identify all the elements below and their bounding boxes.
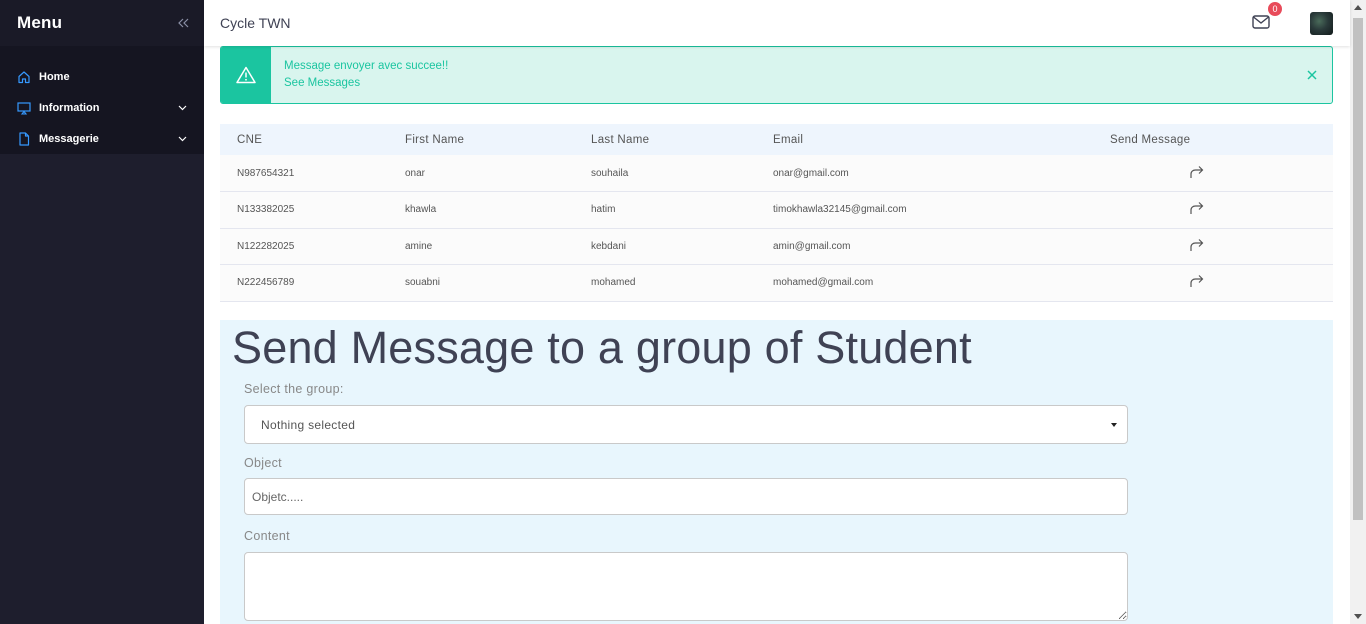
column-header-send-message: Send Message: [1110, 133, 1191, 146]
scrollbar[interactable]: [1350, 0, 1366, 624]
share-forward-icon[interactable]: [1189, 201, 1205, 215]
cne-cell: N133382025: [237, 204, 295, 216]
content-label: Content: [244, 529, 290, 543]
column-header-cne: CNE: [237, 133, 263, 146]
last-name-cell: kebdani: [591, 240, 627, 252]
share-forward-icon[interactable]: [1189, 274, 1205, 288]
last-name-cell: hatim: [591, 204, 616, 216]
topbar: Cycle TWN 0: [204, 0, 1350, 46]
sidebar-item-label: Home: [39, 70, 70, 83]
table-row: N222456789 souabni mohamed mohamed@gmail…: [220, 264, 1333, 302]
scroll-thumb[interactable]: [1353, 18, 1363, 520]
last-name-cell: souhaila: [591, 167, 629, 179]
sidebar-item-label: Information: [39, 101, 100, 114]
share-forward-icon[interactable]: [1189, 238, 1205, 252]
monitor-icon: [17, 101, 31, 115]
file-icon: [17, 131, 31, 146]
send-cell: [1110, 265, 1333, 302]
chevron-down-icon: [177, 134, 187, 144]
students-table: CNE First Name Last Name Email Send Mess…: [220, 124, 1333, 302]
main-content: Message envoyer avec succee!! See Messag…: [204, 46, 1350, 624]
see-messages-link[interactable]: See Messages: [284, 75, 1292, 92]
scroll-up-arrow-icon[interactable]: [1354, 5, 1362, 10]
sidebar-title: Menu: [17, 13, 63, 32]
chevron-down-icon: [177, 103, 187, 113]
send-cell: [1110, 155, 1333, 192]
email-cell: amin@gmail.com: [773, 240, 851, 252]
cne-cell: N222456789: [237, 277, 295, 289]
first-name-cell: souabni: [405, 277, 441, 289]
table-header-row: CNE First Name Last Name Email Send Mess…: [220, 124, 1333, 155]
email-cell: onar@gmail.com: [773, 167, 849, 179]
success-alert: Message envoyer avec succee!! See Messag…: [220, 46, 1333, 104]
cne-cell: N122282025: [237, 240, 295, 252]
email-cell: mohamed@gmail.com: [773, 277, 874, 289]
cne-cell: N987654321: [237, 167, 295, 179]
share-forward-icon[interactable]: [1189, 165, 1205, 179]
content-textarea[interactable]: [244, 552, 1128, 621]
scroll-down-arrow-icon[interactable]: [1354, 614, 1362, 619]
table-row: N122282025 amine kebdani amin@gmail.com: [220, 228, 1333, 265]
column-header-first-name: First Name: [405, 133, 465, 146]
notification-badge: 0: [1267, 1, 1283, 17]
table-row: N987654321 onar souhaila onar@gmail.com: [220, 155, 1333, 192]
send-cell: [1110, 228, 1333, 265]
sidebar-item-information[interactable]: Information: [0, 92, 204, 123]
sidebar-item-label: Messagerie: [39, 132, 99, 145]
sidebar: Menu Home Information Messagerie: [0, 0, 204, 624]
warning-icon: [236, 66, 256, 84]
alert-text: Message envoyer avec succee!! See Messag…: [271, 47, 1292, 103]
object-label: Object: [244, 456, 282, 470]
close-icon[interactable]: [1292, 47, 1332, 103]
column-header-email: Email: [773, 133, 804, 146]
sidebar-item-home[interactable]: Home: [0, 61, 204, 92]
group-select-value: Nothing selected: [261, 417, 356, 432]
group-select-label: Select the group:: [244, 382, 344, 396]
group-select[interactable]: Nothing selected: [244, 405, 1128, 444]
sidebar-header: Menu: [0, 0, 204, 46]
column-header-last-name: Last Name: [591, 133, 650, 146]
avatar[interactable]: [1310, 12, 1333, 35]
last-name-cell: mohamed: [591, 277, 636, 289]
group-form-title: Send Message to a group of Student: [232, 322, 972, 373]
home-icon: [17, 70, 31, 84]
object-input[interactable]: [244, 478, 1128, 515]
double-chevron-left-icon[interactable]: [176, 16, 190, 30]
caret-down-icon: [1111, 423, 1117, 427]
sidebar-item-messagerie[interactable]: Messagerie: [0, 123, 204, 154]
app-title: Cycle TWN: [220, 15, 291, 31]
mail-icon: [1252, 15, 1270, 29]
first-name-cell: amine: [405, 240, 433, 252]
group-message-form: Send Message to a group of Student Selec…: [220, 320, 1333, 624]
sidebar-menu: Home Information Messagerie: [0, 46, 204, 154]
alert-icon-box: [221, 47, 271, 103]
first-name-cell: onar: [405, 167, 426, 179]
email-cell: timokhawla32145@gmail.com: [773, 204, 907, 216]
first-name-cell: khawla: [405, 204, 437, 216]
alert-message: Message envoyer avec succee!!: [284, 60, 449, 72]
table-row: N133382025 khawla hatim timokhawla32145@…: [220, 191, 1333, 229]
send-cell: [1110, 192, 1333, 229]
mail-button[interactable]: 0: [1252, 1, 1283, 32]
